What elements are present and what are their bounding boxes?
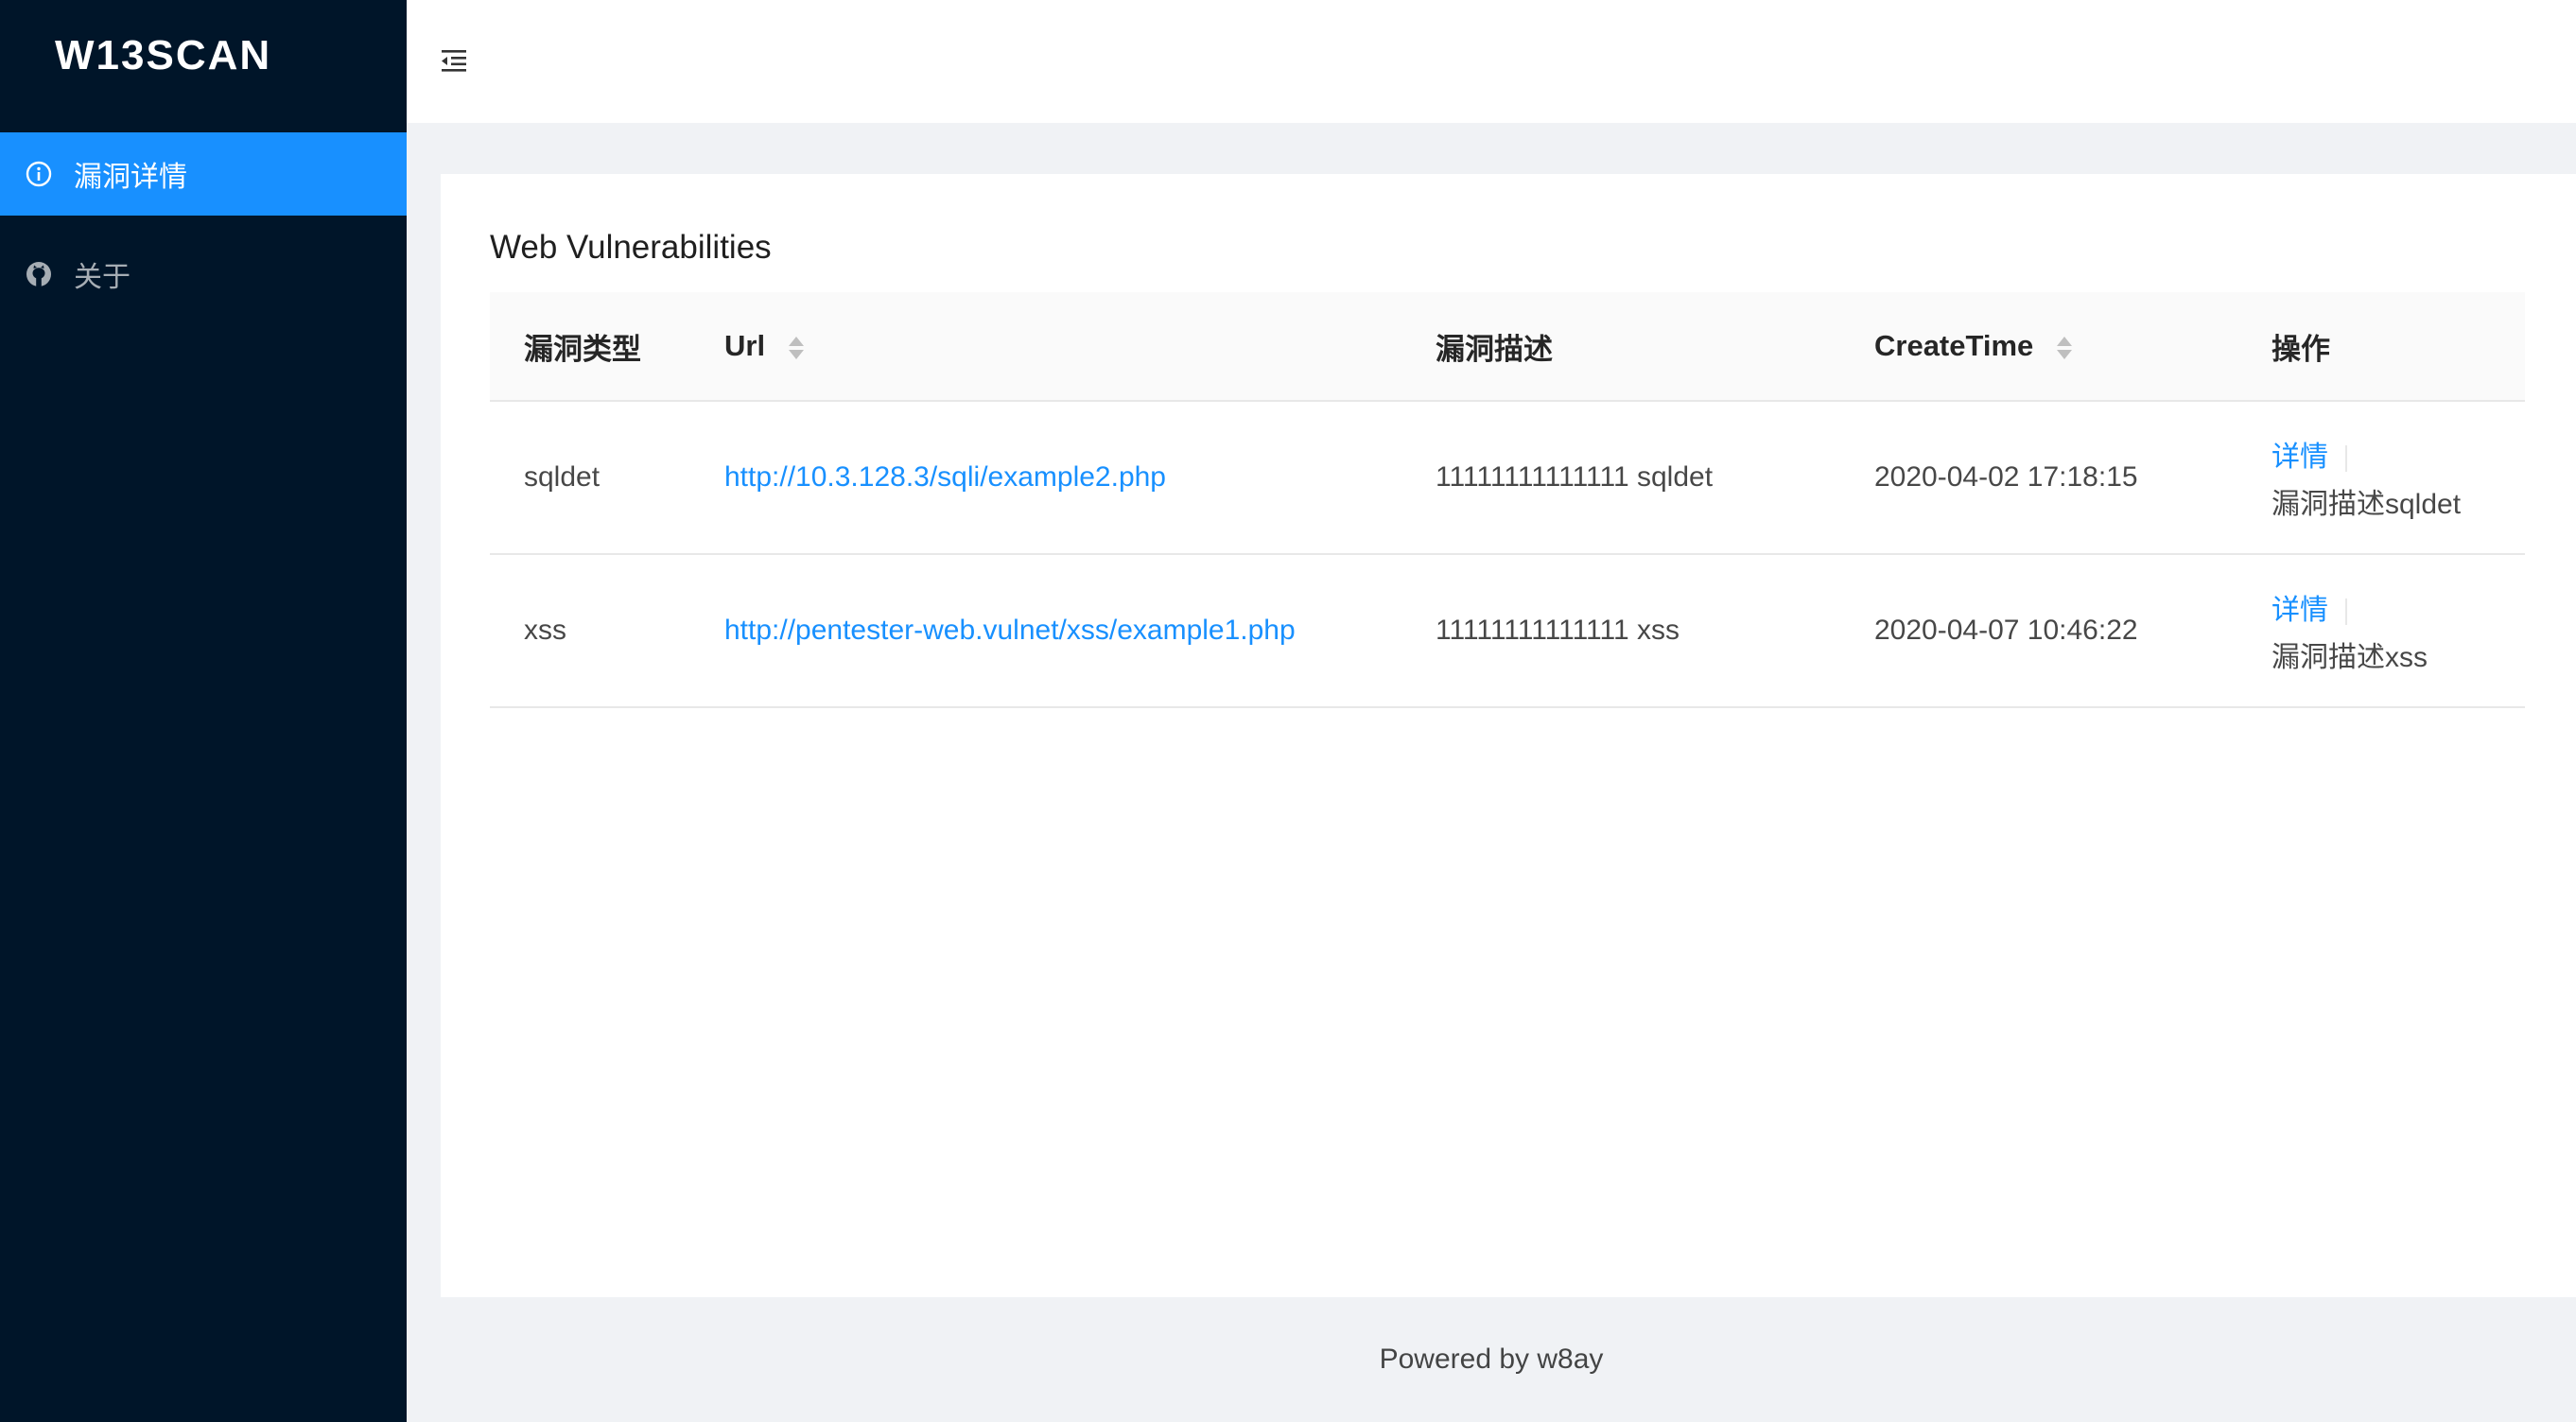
- cell-url: http://10.3.128.3/sqli/example2.php: [690, 401, 1401, 555]
- cell-description: 11111111111111 sqldet: [1401, 401, 1840, 555]
- details-link[interactable]: 详情: [2271, 595, 2328, 626]
- top-header: [407, 0, 2576, 123]
- sidebar-menu: 漏洞详情 关于: [0, 132, 407, 316]
- table-header-row: 漏洞类型 Url 漏洞描述 CreateTime 操作: [490, 292, 2525, 402]
- sidebar-item-label: 漏洞详情: [74, 162, 187, 193]
- divider: [2345, 598, 2347, 626]
- cell-type: sqldet: [490, 401, 690, 555]
- cell-type: xss: [490, 554, 690, 708]
- menu-fold-icon[interactable]: [435, 42, 473, 79]
- sidebar-item-about[interactable]: 关于: [0, 233, 407, 316]
- cell-createtime: 2020-04-02 17:18:15: [1840, 401, 2237, 555]
- footer-text: Powered by w8ay: [1379, 1344, 1604, 1375]
- table-row: xss http://pentester-web.vulnet/xss/exam…: [490, 554, 2525, 708]
- cell-description: 11111111111111 xss: [1401, 554, 1840, 708]
- sort-icon[interactable]: [788, 336, 804, 359]
- cell-createtime: 2020-04-07 10:46:22: [1840, 554, 2237, 708]
- info-circle-icon: [25, 160, 53, 188]
- sidebar-item-label: 关于: [74, 262, 131, 293]
- sort-icon[interactable]: [2056, 336, 2072, 359]
- column-header-actions: 操作: [2237, 292, 2525, 402]
- action-description: 漏洞描述sqldet: [2271, 489, 2462, 520]
- app-logo: W13SCAN: [55, 32, 272, 78]
- table-row: sqldet http://10.3.128.3/sqli/example2.p…: [490, 401, 2525, 555]
- footer: Powered by w8ay: [407, 1297, 2576, 1422]
- column-header-type: 漏洞类型: [490, 292, 690, 402]
- page-title: Web Vulnerabilities: [490, 229, 772, 266]
- action-description: 漏洞描述xss: [2271, 642, 2428, 673]
- cell-actions: 详情 漏洞描述sqldet: [2237, 401, 2525, 555]
- main-content: Web Vulnerabilities 漏洞类型 Url 漏洞描述 Create…: [441, 174, 2576, 1297]
- sidebar-item-vuln-details[interactable]: 漏洞详情: [0, 132, 407, 216]
- cell-actions: 详情 漏洞描述xss: [2237, 554, 2525, 708]
- url-link[interactable]: http://pentester-web.vulnet/xss/example1…: [724, 615, 1296, 646]
- url-link[interactable]: http://10.3.128.3/sqli/example2.php: [724, 461, 1166, 493]
- column-header-url[interactable]: Url: [690, 292, 1401, 402]
- sidebar: W13SCAN 漏洞详情 关于: [0, 0, 407, 1422]
- details-link[interactable]: 详情: [2271, 442, 2328, 473]
- github-icon: [25, 260, 53, 288]
- column-header-description: 漏洞描述: [1401, 292, 1840, 402]
- divider: [2345, 445, 2347, 473]
- column-header-createtime[interactable]: CreateTime: [1840, 292, 2237, 402]
- vulnerability-table: 漏洞类型 Url 漏洞描述 CreateTime 操作 sqldet http:…: [490, 292, 2525, 708]
- cell-url: http://pentester-web.vulnet/xss/example1…: [690, 554, 1401, 708]
